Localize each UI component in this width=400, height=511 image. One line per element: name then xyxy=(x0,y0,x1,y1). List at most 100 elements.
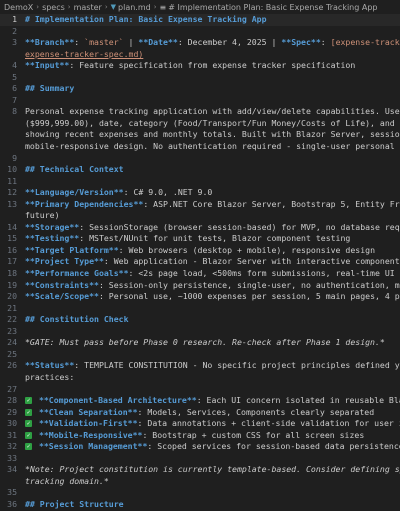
text-token: **Constraints** xyxy=(25,279,99,290)
text-token: **Input** xyxy=(25,60,70,71)
checkmark-icon: ✓ xyxy=(25,420,32,428)
editor-line[interactable]: 4 **Input**: Feature specification from e… xyxy=(0,60,400,72)
checkmark-icon: ✓ xyxy=(25,431,32,439)
line-content: ## Constitution Check xyxy=(25,314,400,326)
editor-line[interactable]: 23 xyxy=(0,326,400,338)
editor-line[interactable]: 6 ## Summary xyxy=(0,83,400,95)
editor-line[interactable]: 35 xyxy=(0,487,400,499)
editor-line[interactable]: 16 **Target Platform**: Web browsers (des… xyxy=(0,245,400,257)
editor-line[interactable]: 14 **Storage**: SessionStorage (browser s… xyxy=(0,222,400,234)
text-token: ## Technical Context xyxy=(25,164,124,175)
line-content: practices: xyxy=(25,372,400,384)
text-token: **Language/Version** xyxy=(25,187,124,198)
line-number xyxy=(0,141,25,153)
line-number: 8 xyxy=(12,106,17,117)
editor-line[interactable]: 20 **Scale/Scope**: Personal use, ~1000 e… xyxy=(0,291,400,303)
editor-line[interactable]: 5 xyxy=(0,72,400,84)
text-token: ## Project Structure xyxy=(25,498,124,509)
breadcrumb-label: specs xyxy=(42,2,65,12)
editor-line[interactable]: 29 ✓ **Clean Separation**: Models, Servic… xyxy=(0,407,400,419)
editor-line[interactable]: 21 xyxy=(0,303,400,315)
text-token: : C# 9.0, .NET 9.0 xyxy=(123,187,213,198)
editor-line[interactable]: 7 xyxy=(0,95,400,107)
editor-line[interactable]: future) xyxy=(0,210,400,222)
editor-line[interactable]: 32 ✓ **Session Management**: Scoped servi… xyxy=(0,441,400,453)
editor-line[interactable]: 24 *GATE: Must pass before Phase 0 resear… xyxy=(0,337,400,349)
editor-line[interactable]: expense-tracker-spec.md) xyxy=(0,49,400,61)
line-number: 19 xyxy=(7,279,17,290)
editor-line[interactable]: mobile-responsive design. No authenticat… xyxy=(0,141,400,153)
editor-line[interactable]: 19 **Constraints**: Session-only persiste… xyxy=(0,280,400,292)
line-content: ## Summary xyxy=(25,83,400,95)
editor-line[interactable]: 22 ## Constitution Check xyxy=(0,314,400,326)
text-token: **Project Type** xyxy=(25,256,104,267)
text-token: ## Summary xyxy=(25,83,75,94)
line-number: 31 xyxy=(7,429,17,440)
editor-line[interactable]: 30 ✓ **Validation-First**: Data annotatio… xyxy=(0,418,400,430)
editor-line[interactable]: showing recent expenses and monthly tota… xyxy=(0,129,400,141)
line-number: 33 xyxy=(7,452,17,463)
editor-line[interactable]: 2 xyxy=(0,26,400,38)
editor-line[interactable]: 25 xyxy=(0,349,400,361)
line-number xyxy=(0,210,25,222)
editor-line[interactable]: 31 ✓ **Mobile-Responsive**: Bootstrap + c… xyxy=(0,430,400,442)
text-token: practices: xyxy=(25,371,75,382)
editor-line[interactable]: 18 **Performance Goals**: <2s page load, … xyxy=(0,268,400,280)
text-token: | xyxy=(123,37,139,48)
text-token: Personal expense tracking application wi… xyxy=(25,106,400,117)
editor-line[interactable]: 26 **Status**: TEMPLATE CONSTITUTION - No… xyxy=(0,360,400,372)
editor-line[interactable]: 10 ## Technical Context xyxy=(0,164,400,176)
breadcrumb-item-file[interactable]: ▼ plan.md xyxy=(111,3,151,12)
line-content: **Storage**: SessionStorage (browser ses… xyxy=(25,222,400,234)
editor-line[interactable]: 3 **Branch**: `master` | **Date**: Decemb… xyxy=(0,37,400,49)
line-number: 32 xyxy=(7,441,17,452)
line-number: 20 xyxy=(7,291,17,302)
editor-line[interactable]: 15 **Testing**: MSTest/NUnit for unit tes… xyxy=(0,233,400,245)
editor-line[interactable]: 1 # Implementation Plan: Basic Expense Tr… xyxy=(0,14,400,26)
text-token: **Performance Goals** xyxy=(25,268,129,279)
breadcrumb-label: # Implementation Plan: Basic Expense Tra… xyxy=(168,2,378,12)
text-token: : Scoped services for session-based data… xyxy=(147,441,400,452)
editor-line[interactable]: 27 xyxy=(0,384,400,396)
editor-line[interactable]: 11 xyxy=(0,176,400,188)
editor-line[interactable]: 13 **Primary Dependencies**: ASP.NET Core… xyxy=(0,199,400,211)
breadcrumb-item-symbol[interactable]: ≡ # Implementation Plan: Basic Expense Tr… xyxy=(160,3,378,12)
breadcrumb-item-specs[interactable]: specs xyxy=(42,3,65,12)
line-content xyxy=(25,326,400,338)
line-content: **Testing**: MSTest/NUnit for unit tests… xyxy=(25,233,400,245)
text-token: # Implementation Plan: Basic Expense Tra… xyxy=(25,14,267,24)
line-number: 24 xyxy=(7,337,17,348)
line-content xyxy=(25,349,400,361)
editor-line[interactable]: ($999,999.00), date, category (Food/Tran… xyxy=(0,118,400,130)
breadcrumb-item-demox[interactable]: DemoX xyxy=(4,3,33,12)
text-token: **Mobile-Responsive** xyxy=(38,429,143,440)
editor-line[interactable]: 17 **Project Type**: Web application - Bl… xyxy=(0,256,400,268)
editor-line[interactable]: practices: xyxy=(0,372,400,384)
line-number: 12 xyxy=(7,187,17,198)
breadcrumb-item-master[interactable]: master xyxy=(74,3,102,12)
editor-line[interactable]: 8 Personal expense tracking application w… xyxy=(0,106,400,118)
text-token: : Feature specification from expense tra… xyxy=(69,60,356,71)
chevron-right-icon: › xyxy=(67,3,71,11)
editor-line[interactable]: 12 **Language/Version**: C# 9.0, .NET 9.0 xyxy=(0,187,400,199)
line-content xyxy=(25,153,400,165)
line-content: tracking domain.* xyxy=(25,476,400,488)
line-number: 7 xyxy=(12,94,17,105)
line-number xyxy=(0,49,25,61)
line-content: **Primary Dependencies**: ASP.NET Core B… xyxy=(25,199,400,211)
line-content xyxy=(25,453,400,465)
chevron-right-icon: › xyxy=(36,3,40,11)
editor-line[interactable]: 9 xyxy=(0,153,400,165)
editor-line[interactable]: 36 ## Project Structure xyxy=(0,499,400,511)
editor-line[interactable]: tracking domain.* xyxy=(0,476,400,488)
editor-line[interactable]: 33 xyxy=(0,453,400,465)
text-token: : Session-only persistence, single-user,… xyxy=(98,279,400,290)
text-token: [expense-tracker-spec.md] xyxy=(330,37,400,48)
text-token: **Target Platform** xyxy=(25,244,119,255)
editor-pane[interactable]: 1 # Implementation Plan: Basic Expense Tr… xyxy=(0,14,400,511)
text-token: **Session Management** xyxy=(38,441,148,452)
text-token: showing recent expenses and monthly tota… xyxy=(25,129,400,140)
editor-line[interactable]: 28 ✓ **Component-Based Architecture**: Ea… xyxy=(0,395,400,407)
line-content: ($999,999.00), date, category (Food/Tran… xyxy=(25,118,400,130)
editor-line[interactable]: 34 *Note: Project constitution is current… xyxy=(0,464,400,476)
